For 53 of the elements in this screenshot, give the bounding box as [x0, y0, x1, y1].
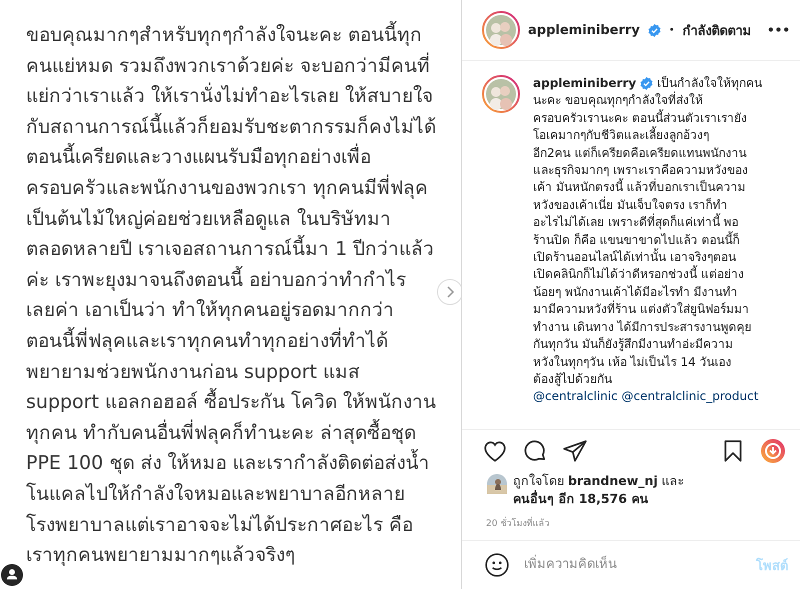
likes-count[interactable]: คนอื่นๆ อีก 18,576 คน [513, 490, 685, 508]
chevron-icon[interactable] [445, 286, 455, 298]
caption-text: ต้องสู้ไปด้วยกัน [533, 370, 612, 388]
post-text-line: โนแคลไปให้กำลังใจหมอและพยาบาลอีกหลาย [26, 482, 405, 507]
username[interactable]: appleminiberry [528, 22, 640, 38]
post-text-line: ครอบครัวและพนักงานของพวกเรา ทุกคนมีพี่ฟลุค [26, 174, 428, 201]
post-text-line: เป็นต้นไม้ใหญ่ค่อยช่วยเหลือดูแล ในบริษัทมา [26, 206, 392, 232]
caption-text: อะไรไม่ได้เลย เพราะดีที่สุดก็แค่เท่านี้ พอ [533, 214, 739, 231]
mention-link[interactable]: @centralclinic @centralclinic_product [533, 388, 758, 406]
user-icon[interactable] [1, 564, 23, 586]
next-button[interactable] [437, 279, 461, 305]
post-text-line: คนแย่หมด รวมถึงพวกเราด้วยค่ะ จะบอกว่ามีคนที่ [26, 52, 430, 79]
caption-text: อีก2คน แต่ก็เครียดคือเครียดแทนพนักงาน [533, 144, 746, 162]
caption-text: หวังในทุกๆวัน เห้อ ไม่เป็นไร 14 วันเอง [533, 354, 732, 371]
caption-text: เป็นกำลังใจให้ทุกคน [657, 75, 762, 92]
post-text-line: ทุกคน ทำกับคนอื่นพี่ฟลุคก็ทำนะคะ ล่าสุดซื้อชุด [26, 418, 416, 448]
post-text-line: เลยค่า เอาเป็นว่า ทำให้ทุกคนอยู่รอดมากกว่า [26, 297, 394, 324]
post-text-line: ตอนนี้พี่ฟลุคและเราทุกคนทำทุกอย่างที่ทำได้ [26, 326, 388, 357]
post-text-line: แย่กว่าเราแล้ว ให้เรานั่งไม่ทำอะไรเลย ให้สบายใจ [26, 81, 434, 112]
post-text-line: support แอลกอฮอล์ ซื้อประกัน โควิด ให้พนักงาน [26, 387, 436, 418]
post-text-line: พยายามช่วยพนักงานก่อน support แมส [26, 360, 360, 385]
caption-text: กันทุกวัน มันก็ยังรู้สึกมีงานทำอ่ะมีความ [533, 336, 733, 354]
post-text-line: ขอบคุณมากๆสำหรับทุกๆกำลังใจนะคะ ตอนนี้ทุก [26, 20, 422, 51]
avatar[interactable] [482, 75, 520, 113]
liked-by-text: ถูกใจโดย brandnew_nj และ [513, 472, 685, 490]
caption-text: โอเคมากๆกับชีวิตและเลี้ยงลูกอ้วงๆ [533, 127, 709, 144]
follow-status[interactable]: กำลังติดตาม [682, 20, 752, 40]
post-text-line: ค่ะ เราพะยุงมาจนถึงตอนนี้ อย่าบอกว่าทำกำไร [26, 264, 406, 296]
post-text-line: โรงพยาบาลแต่เราอาจจะไม่ได้ประกาศอะไร คือ [26, 512, 414, 538]
caption-text: เปิดร้านออนไลน์ได้เท่านั้น เอาจริงๆตอน [533, 249, 736, 265]
post-text-line: PPE 100 ชุด ส่ง ให้หมอ และเรากำลังติดต่อส่งน้ำ [26, 448, 430, 479]
caption-text: ครอบครัวเรานะคะ ตอนนี้ส่วนตัวเราเรายัง [533, 110, 747, 126]
avatar[interactable] [487, 474, 507, 494]
avatar[interactable] [482, 11, 520, 49]
post-text-line: ตอนนี้เครียดและวางแผนรับมือทุกอย่างเพื่อ [26, 142, 371, 173]
username[interactable]: appleminiberry [533, 75, 636, 92]
caption-text: น้อยๆ พนักงานเค้าได้มีอะไรทำ มีงานทำ [533, 284, 738, 300]
caption-text: หวังของเค้าเนี่ย มันเจ็บใจตรง เราก็ทำ [533, 196, 728, 213]
caption-text: และธุรกิจมากๆ เพราะเราคือความหวังของ [533, 162, 748, 178]
separator-dot: • [668, 24, 675, 36]
post-text-line: กับสถานการณ์นี้แล้วก็ยอมรับชะตากรรมก็คงไม่ได้ [26, 112, 436, 142]
caption-text: เปิดคลินิกก็ไม่ได้ว่าดีหรอกช่วงนี้ แต่อย่าง [533, 266, 744, 284]
caption-text: มามีความหวังที่ร้าน แต่งตัวใส่ยูนิฟอร์มมา [533, 301, 749, 318]
post-text-line: เราทุกคนพยายามมากๆแล้วจริงๆ [26, 543, 295, 568]
more-button[interactable]: ••• [766, 23, 790, 37]
caption-text: นะคะ ขอบคุณทุกๆกำลังใจที่ส่งให้ [533, 92, 703, 109]
emoji-icon[interactable] [484, 552, 510, 578]
caption-text: ทำงาน เดินทาง ได้มีการประสารงานพูดคุย [533, 318, 752, 336]
caption-text: ร้านปิด ก็คือ แขนขาขาดไปแล้ว ตอนนี้ก็ [533, 232, 740, 248]
share-icon[interactable] [562, 438, 588, 464]
post-text-line: ตลอดหลายปี เราเจอสถานการณ์นี้มา 1 ปีกว่าแล้ว [26, 234, 434, 265]
download-icon[interactable] [760, 438, 786, 464]
caption-text: เค้า มันหนักตรงนี้ แล้วที่บอกเราเป็นความ [533, 179, 746, 196]
